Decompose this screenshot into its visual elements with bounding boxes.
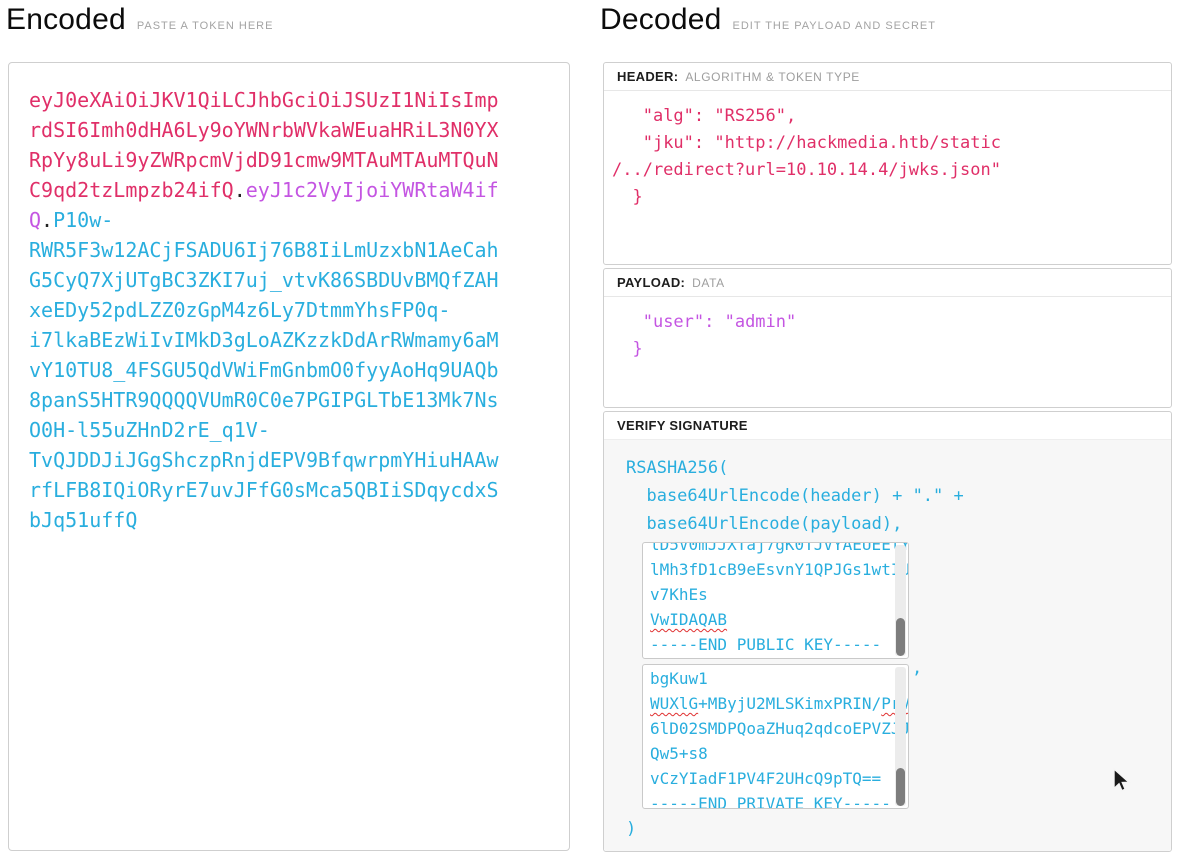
- token-separator-1: .: [234, 178, 246, 202]
- decoded-header-box: HEADER: ALGORITHM & TOKEN TYPE "alg": "R…: [603, 62, 1172, 265]
- encoded-title: Encoded: [6, 0, 126, 40]
- encoded-title-row: Encoded PASTE A TOKEN HERE: [6, 0, 273, 40]
- public-key-text: lD5V0mJJXTaj7gK0TJVYAEUEElYpBlMh3fD1cB9e…: [643, 542, 908, 658]
- verify-section-label: VERIFY SIGNATURE: [617, 418, 748, 433]
- decoded-title-row: Decoded EDIT THE PAYLOAD AND SECRET: [600, 0, 936, 40]
- private-key-scrollbar[interactable]: [895, 667, 906, 806]
- payload-section-head: PAYLOAD: DATA: [604, 269, 1171, 297]
- decoded-title: Decoded: [600, 0, 722, 40]
- verify-code-lines: RSASHA256( base64UrlEncode(header) + "."…: [626, 454, 1171, 538]
- signature-private-key-textarea[interactable]: bgKuw1WUXlG+MByjU2MLSKimxPRIN/PrV+D6lD02…: [642, 664, 909, 809]
- header-section-sublabel: ALGORITHM & TOKEN TYPE: [685, 70, 860, 84]
- verify-section-head: VERIFY SIGNATURE: [604, 412, 1171, 440]
- encoded-token-text[interactable]: eyJ0eXAiOiJKV1QiLCJhbGciOiJSUzI1NiIsImpr…: [29, 85, 501, 535]
- verify-comma: ,: [912, 658, 922, 678]
- decoded-payload-json-editor[interactable]: "user": "admin" }: [604, 297, 1171, 375]
- private-key-scrollbar-thumb[interactable]: [896, 768, 905, 806]
- verify-close-paren: ): [626, 815, 1171, 843]
- decoded-subtitle: EDIT THE PAYLOAD AND SECRET: [733, 20, 936, 32]
- token-separator-2: .: [41, 208, 53, 232]
- public-key-scrollbar-thumb[interactable]: [896, 618, 905, 656]
- payload-section-sublabel: DATA: [692, 276, 725, 290]
- encoded-subtitle: PASTE A TOKEN HERE: [137, 20, 274, 32]
- signature-public-key-textarea[interactable]: lD5V0mJJXTaj7gK0TJVYAEUEElYpBlMh3fD1cB9e…: [642, 542, 909, 659]
- mouse-cursor-icon: [1108, 766, 1134, 799]
- verify-signature-box: VERIFY SIGNATURE RSASHA256( base64UrlEnc…: [603, 411, 1172, 852]
- public-key-scrollbar[interactable]: [895, 545, 906, 656]
- encoded-token-editor[interactable]: eyJ0eXAiOiJKV1QiLCJhbGciOiJSUzI1NiIsImpr…: [8, 62, 570, 851]
- decoded-header-json-editor[interactable]: "alg": "RS256", "jku": "http://hackmedia…: [604, 91, 1171, 223]
- verify-signature-body: RSASHA256( base64UrlEncode(header) + "."…: [604, 440, 1171, 851]
- token-signature-segment: P10w-RWR5F3w12ACjFSADU6Ij76B8IiLmUzxbN1A…: [29, 208, 499, 532]
- header-section-label: HEADER:: [617, 69, 678, 84]
- private-key-text: bgKuw1WUXlG+MByjU2MLSKimxPRIN/PrV+D6lD02…: [643, 665, 908, 809]
- payload-section-label: PAYLOAD:: [617, 275, 685, 290]
- decoded-payload-box: PAYLOAD: DATA "user": "admin" }: [603, 268, 1172, 408]
- header-section-head: HEADER: ALGORITHM & TOKEN TYPE: [604, 63, 1171, 91]
